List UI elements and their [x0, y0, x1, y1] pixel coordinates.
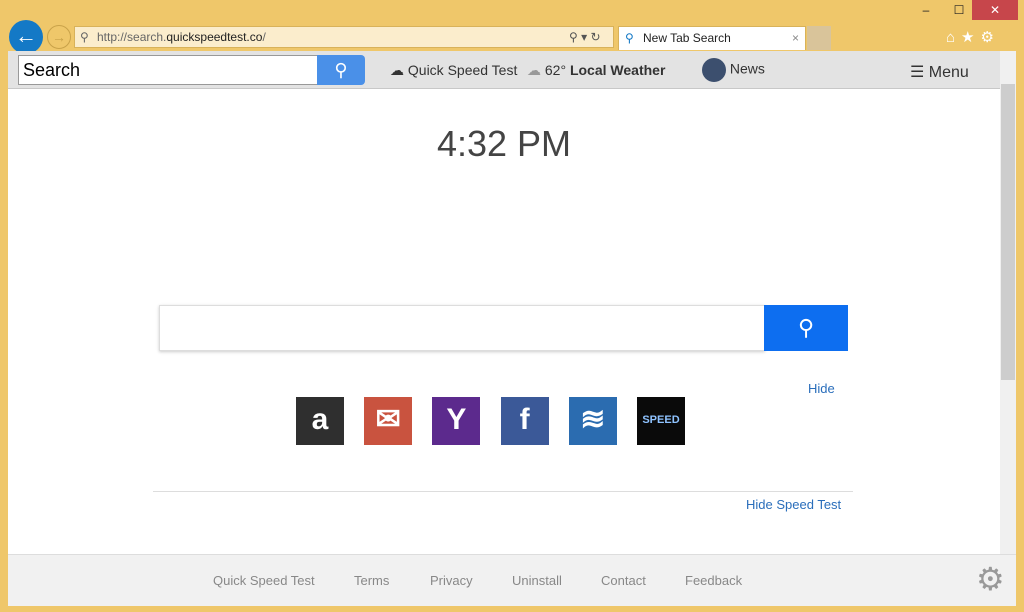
tab-new-tab-search[interactable]: ⚲ New Tab Search × [618, 26, 806, 50]
amazon-shortcut[interactable]: a [296, 397, 344, 445]
temperature: 62° [544, 62, 567, 78]
refresh-icon[interactable]: ⚲ ▾ ↻ [569, 27, 601, 47]
facebook-shortcut[interactable]: f [500, 397, 549, 445]
footer-uninstall[interactable]: Uninstall [512, 573, 562, 588]
footer-contact[interactable]: Contact [601, 573, 646, 588]
url-prefix: http://search. [97, 30, 167, 44]
hide-speed-test-link[interactable]: Hide Speed Test [746, 497, 841, 512]
main-search-button[interactable]: ⚲ [764, 305, 848, 351]
address-bar[interactable]: ⚲ http://search.quickspeedtest.co/ ⚲ ▾ ↻ [74, 26, 614, 48]
footer-quick-speed-test[interactable]: Quick Speed Test [213, 573, 315, 588]
clock: 4:32 PM [436, 123, 572, 164]
footer-privacy[interactable]: Privacy [430, 573, 473, 588]
maximize-button[interactable]: ☐ [945, 0, 973, 20]
tab-close-icon[interactable]: × [792, 27, 799, 49]
wifi-shortcut[interactable]: ≋ [568, 397, 617, 445]
news-link[interactable]: News [702, 58, 765, 82]
minimize-button[interactable]: – [912, 0, 940, 20]
gmail-shortcut[interactable]: ✉ [364, 397, 413, 445]
menu-label: Menu [928, 64, 969, 81]
speed-shortcut[interactable]: SPEED [637, 397, 685, 445]
divider [153, 491, 853, 492]
url-suffix: / [262, 30, 266, 44]
speed-test-link[interactable]: ☁ Quick Speed Test [390, 62, 517, 79]
footer-terms[interactable]: Terms [354, 573, 389, 588]
close-button[interactable]: ✕ [972, 0, 1018, 20]
news-icon [702, 58, 726, 82]
menu-button[interactable]: ☰ Menu [910, 62, 969, 82]
new-tab-button[interactable] [807, 26, 831, 50]
search-icon: ⚲ [80, 30, 89, 44]
forward-button[interactable]: → [47, 25, 71, 49]
cloud-icon: ☁ [390, 62, 408, 78]
url-domain: quickspeedtest.co [166, 30, 263, 44]
main-search-input[interactable] [159, 305, 765, 351]
back-button[interactable]: ← [9, 20, 43, 54]
settings-gear-icon[interactable]: ⚙ [976, 560, 1005, 598]
footer-feedback[interactable]: Feedback [685, 573, 742, 588]
yahoo-shortcut[interactable]: Y [432, 397, 481, 445]
speed-test-label: Quick Speed Test [407, 62, 518, 78]
home-star-gear-icons[interactable]: ⌂★⚙ [946, 28, 1000, 46]
hide-shortcuts-link[interactable]: Hide [808, 381, 835, 396]
weather-link[interactable]: ☁ 62° Local Weather [527, 62, 665, 79]
news-label: News [729, 60, 765, 77]
weather-label: Local Weather [569, 62, 666, 78]
weather-icon: ☁ [527, 62, 545, 78]
toolbar-search-button[interactable]: ⚲ [317, 55, 365, 85]
tab-title: New Tab Search [643, 31, 731, 45]
search-icon: ⚲ [625, 31, 634, 45]
toolbar-search-input[interactable]: Search [18, 55, 318, 85]
